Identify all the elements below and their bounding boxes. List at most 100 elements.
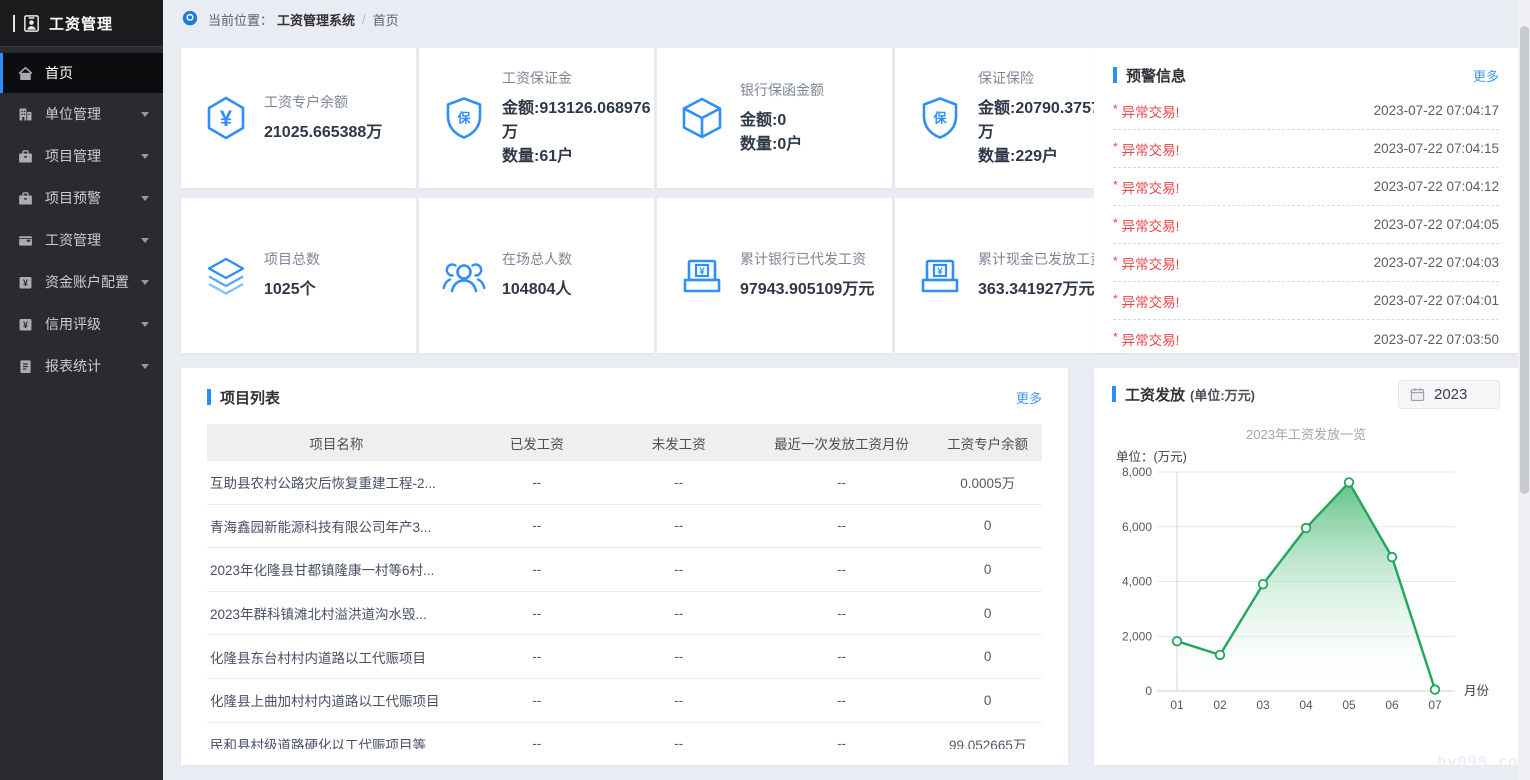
warning-time: 2023-07-22 07:04:05 bbox=[1374, 217, 1499, 232]
warning-time: 2023-07-22 07:03:50 bbox=[1374, 332, 1499, 347]
svg-text:2,000: 2,000 bbox=[1122, 629, 1152, 643]
warning-bullet: * bbox=[1113, 140, 1118, 154]
table-row[interactable]: 民和县村级道路硬化以工代赈项目等 -- -- -- 99.052665万 bbox=[207, 723, 1042, 749]
stat-card-6: ¥ 累计银行已代发工资 97943.905109万元 bbox=[657, 198, 892, 353]
warning-text: 异常交易! bbox=[1122, 253, 1180, 273]
warning-bullet: * bbox=[1113, 102, 1118, 116]
briefcase-icon bbox=[17, 148, 34, 165]
breadcrumb-prefix: 当前位置： bbox=[208, 10, 273, 29]
sidebar-item-0[interactable]: 首页 bbox=[0, 53, 163, 93]
project-name[interactable]: 2023年化隆县甘都镇隆康一村等6村... bbox=[207, 559, 466, 579]
project-table-header: 项目名称已发工资未发工资最近一次发放工资月份工资专户余额 bbox=[207, 424, 1042, 461]
chevron-down-icon bbox=[141, 322, 149, 327]
report-icon bbox=[17, 358, 34, 375]
sidebar-item-label: 项目管理 bbox=[45, 146, 101, 166]
project-name[interactable]: 化隆县东台村村内道路以工代赈项目 bbox=[207, 647, 466, 667]
project-name[interactable]: 互助县农村公路灾后恢复重建工程-2... bbox=[207, 472, 466, 492]
breadcrumb-current[interactable]: 首页 bbox=[373, 10, 399, 29]
stat-card-title: 工资专户余额 bbox=[264, 92, 416, 112]
sidebar-item-label: 工资管理 bbox=[45, 230, 101, 250]
stat-card-5: 在场总人数 104804人 bbox=[419, 198, 654, 353]
stat-card-title: 在场总人数 bbox=[502, 249, 654, 269]
sidebar-item-label: 项目预警 bbox=[45, 188, 101, 208]
last-pay-month: -- bbox=[750, 518, 934, 533]
cash-icon: ¥ bbox=[917, 253, 963, 299]
briefcase-icon bbox=[17, 190, 34, 207]
unpaid-salary: -- bbox=[608, 562, 750, 577]
paid-salary: -- bbox=[466, 693, 608, 708]
sidebar-item-2[interactable]: 项目管理 bbox=[0, 135, 163, 177]
section-accent-bar bbox=[1113, 67, 1117, 83]
sidebar-item-6[interactable]: ¥ 信用评级 bbox=[0, 303, 163, 345]
last-pay-month: -- bbox=[750, 649, 934, 664]
year-picker-value: 2023 bbox=[1434, 386, 1467, 403]
stat-card-title: 工资保证金 bbox=[502, 68, 654, 88]
stat-card-title: 累计银行已代发工资 bbox=[740, 249, 892, 269]
warning-bullet: * bbox=[1113, 178, 1118, 192]
table-row[interactable]: 青海鑫园新能源科技有限公司年产3... -- -- -- 0 bbox=[207, 505, 1042, 549]
warning-item[interactable]: * 异常交易! 2023-07-22 07:04:05 bbox=[1113, 206, 1499, 244]
column-header-0: 项目名称 bbox=[207, 433, 466, 453]
scrollbar-thumb[interactable] bbox=[1520, 26, 1529, 494]
warning-item[interactable]: * 异常交易! 2023-07-22 07:04:15 bbox=[1113, 130, 1499, 168]
unpaid-salary: -- bbox=[608, 606, 750, 621]
project-panel-title: 项目列表 bbox=[220, 387, 280, 408]
stat-card-value: 97943.905109万元 bbox=[740, 278, 892, 302]
warning-text: 异常交易! bbox=[1122, 101, 1180, 121]
project-name[interactable]: 化隆县上曲加村村内道路以工代赈项目 bbox=[207, 690, 466, 710]
sidebar-item-1[interactable]: 单位管理 bbox=[0, 93, 163, 135]
svg-text:4,000: 4,000 bbox=[1122, 575, 1152, 589]
sidebar-item-3[interactable]: 项目预警 bbox=[0, 177, 163, 219]
chevron-down-icon bbox=[141, 238, 149, 243]
svg-text:保: 保 bbox=[456, 111, 471, 126]
svg-text:2023年工资发放一览: 2023年工资发放一览 bbox=[1246, 427, 1366, 442]
page-scrollbar[interactable] bbox=[1518, 0, 1530, 780]
last-pay-month: -- bbox=[750, 606, 934, 621]
svg-text:03: 03 bbox=[1256, 698, 1270, 712]
table-row[interactable]: 2023年化隆县甘都镇隆康一村等6村... -- -- -- 0 bbox=[207, 548, 1042, 592]
project-table: 项目名称已发工资未发工资最近一次发放工资月份工资专户余额 互助县农村公路灾后恢复… bbox=[207, 424, 1042, 749]
warning-item[interactable]: * 异常交易! 2023-07-22 07:03:50 bbox=[1113, 320, 1499, 353]
year-picker[interactable]: 2023 bbox=[1398, 380, 1500, 409]
calendar-icon bbox=[1410, 387, 1425, 402]
warning-bullet: * bbox=[1113, 254, 1118, 268]
project-list-panel: 项目列表 更多 项目名称已发工资未发工资最近一次发放工资月份工资专户余额 互助县… bbox=[181, 368, 1068, 765]
table-row[interactable]: 互助县农村公路灾后恢复重建工程-2... -- -- -- 0.0005万 bbox=[207, 461, 1042, 505]
project-more-link[interactable]: 更多 bbox=[1016, 388, 1042, 407]
sidebar-item-4[interactable]: 工资管理 bbox=[0, 219, 163, 261]
stat-card-value: 21025.665388万 bbox=[264, 121, 416, 145]
warning-item[interactable]: * 异常交易! 2023-07-22 07:04:01 bbox=[1113, 282, 1499, 320]
table-row[interactable]: 2023年群科镇滩北村溢洪道沟水毁... -- -- -- 0 bbox=[207, 592, 1042, 636]
project-name[interactable]: 青海鑫园新能源科技有限公司年产3... bbox=[207, 516, 466, 536]
project-name[interactable]: 2023年群科镇滩北村溢洪道沟水毁... bbox=[207, 603, 466, 623]
last-pay-month: -- bbox=[750, 736, 934, 749]
warning-time: 2023-07-22 07:04:01 bbox=[1374, 293, 1499, 308]
unpaid-salary: -- bbox=[608, 518, 750, 533]
svg-text:¥: ¥ bbox=[937, 266, 943, 277]
svg-text:保: 保 bbox=[932, 111, 947, 126]
table-row[interactable]: 化隆县东台村村内道路以工代赈项目 -- -- -- 0 bbox=[207, 635, 1042, 679]
warning-item[interactable]: * 异常交易! 2023-07-22 07:04:12 bbox=[1113, 168, 1499, 206]
table-row[interactable]: 化隆县上曲加村村内道路以工代赈项目 -- -- -- 0 bbox=[207, 679, 1042, 723]
warning-text: 异常交易! bbox=[1122, 291, 1180, 311]
stat-card-value: 数量:61户 bbox=[502, 145, 654, 169]
unpaid-salary: -- bbox=[608, 693, 750, 708]
column-header-2: 未发工资 bbox=[608, 433, 750, 453]
location-pin-icon bbox=[181, 10, 199, 28]
svg-text:07: 07 bbox=[1428, 698, 1442, 712]
svg-text:0: 0 bbox=[1145, 684, 1152, 698]
svg-text:04: 04 bbox=[1299, 698, 1313, 712]
warning-item[interactable]: * 异常交易! 2023-07-22 07:04:03 bbox=[1113, 244, 1499, 282]
paid-salary: -- bbox=[466, 736, 608, 749]
stat-card-1: 保 工资保证金 金额:913126.068976万数量:61户 bbox=[419, 48, 654, 188]
project-name[interactable]: 民和县村级道路硬化以工代赈项目等 bbox=[207, 734, 466, 749]
account-balance: 0 bbox=[933, 693, 1042, 708]
sidebar-item-7[interactable]: 报表统计 bbox=[0, 345, 163, 387]
stat-card-value: 金额:913126.068976万 bbox=[502, 97, 654, 145]
svg-text:¥: ¥ bbox=[699, 266, 705, 277]
sidebar-item-5[interactable]: ¥ 资金账户配置 bbox=[0, 261, 163, 303]
warning-item[interactable]: * 异常交易! 2023-07-22 07:04:17 bbox=[1113, 92, 1499, 130]
breadcrumb-root[interactable]: 工资管理系统 bbox=[277, 10, 355, 29]
warning-list: * 异常交易! 2023-07-22 07:04:17* 异常交易! 2023-… bbox=[1113, 92, 1499, 353]
warning-more-link[interactable]: 更多 bbox=[1473, 66, 1499, 85]
